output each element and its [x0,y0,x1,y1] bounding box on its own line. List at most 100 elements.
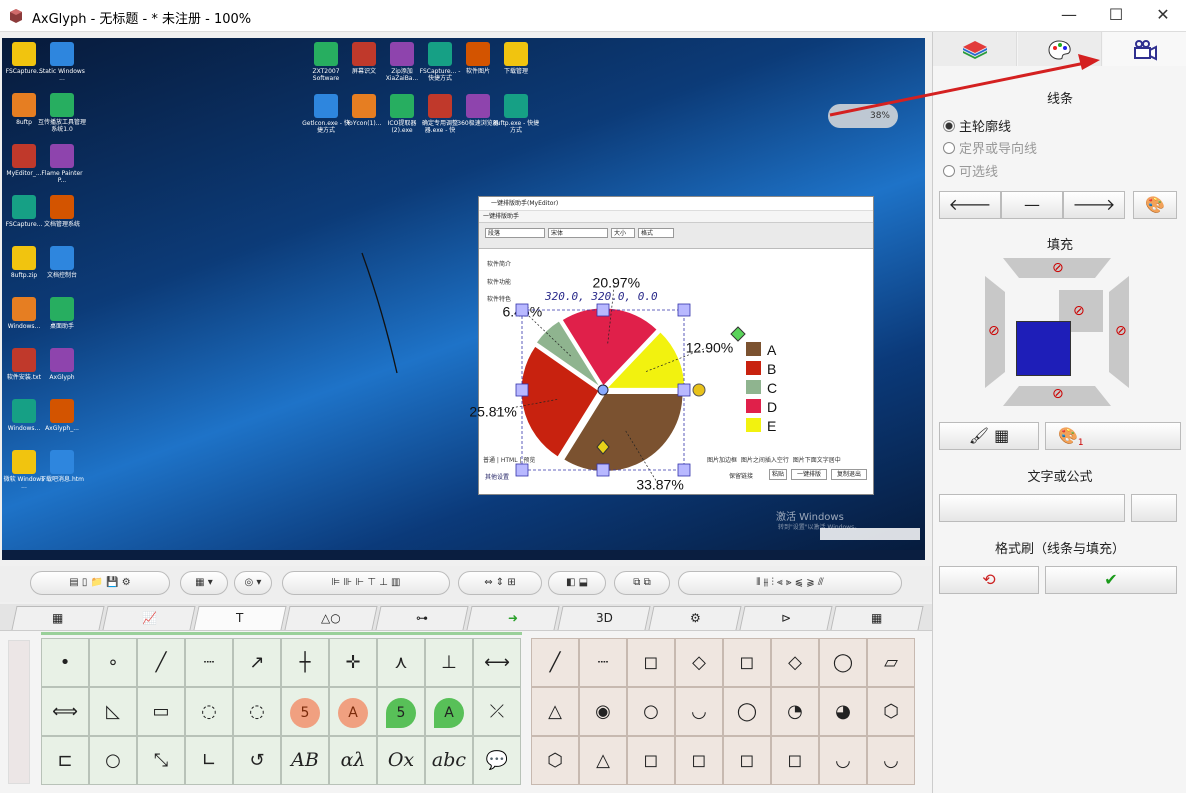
text-color-button[interactable] [1131,494,1177,522]
tool-cell[interactable]: ⟺ [41,687,89,736]
format-button[interactable]: 一键排版 [791,469,827,480]
tab-electronics[interactable]: ⊳ [739,606,833,630]
shape-cell[interactable]: ▱ [867,638,915,687]
size-select[interactable]: 大小 [611,228,635,238]
rotate-tools-group[interactable]: ◎ ▾ [234,571,272,595]
tab-circuit[interactable]: ⚙ [648,606,742,630]
style-select[interactable]: 段落 [485,228,545,238]
brush-grid-button[interactable]: 🖌 ▦ [939,422,1039,450]
shape-cell[interactable]: ⬡ [531,736,579,785]
tab-line-text[interactable]: T [193,606,287,630]
tool-cell[interactable]: ┼ [281,638,329,687]
no-fill-bottom-icon[interactable]: ⊘ [1052,386,1064,402]
shape-cell[interactable]: △ [579,736,627,785]
file-tools-group[interactable]: ▤ ▯ 📁 💾 ⚙ [30,571,170,595]
no-fill-inner-icon[interactable]: ⊘ [1073,303,1085,319]
shape-cell[interactable]: ◻ [723,736,771,785]
tool-cell[interactable]: ╱ [137,638,185,687]
radio-bound-line[interactable]: 定界或导向线 [943,138,1037,157]
tool-cell[interactable]: ⋏ [377,638,425,687]
tool-cell[interactable]: • [41,638,89,687]
order-tools-group[interactable]: ⧉ ⧉ [614,571,670,595]
close-button[interactable]: ✕ [1140,0,1186,32]
shape-cell[interactable]: ◕ [819,687,867,736]
editor-tab-normal[interactable]: 普通 [483,457,495,464]
tool-cell[interactable]: ↗ [233,638,281,687]
editor-window[interactable]: 一键排版助手(MyEditor) 一键排版助手 段落 宋体 大小 格式 软件简介… [478,196,874,495]
apply-format-button[interactable]: ✔ [1045,566,1177,594]
shape-cell[interactable]: ◻ [627,638,675,687]
tool-cell[interactable]: ∟ [185,736,233,785]
fill-color-swatch[interactable] [1016,321,1071,376]
distribute-tools-group[interactable]: ⫴ ⫵ ⫶ ⫷ ⫸ ⫹ ⫺ ⫻ [678,571,902,595]
tab-arrows[interactable]: ➜ [466,606,560,630]
no-fill-top-icon[interactable]: ⊘ [1052,260,1064,276]
align-tools-group[interactable]: ⊫ ⊪ ⊩ ⊤ ⊥ ▥ [282,571,450,595]
shape-cell[interactable]: ◔ [771,687,819,736]
shape-cell[interactable]: ⬡ [867,687,915,736]
tool-cell[interactable]: A [329,687,377,736]
radio-optional-line[interactable]: 可选线 [943,161,998,180]
tool-cell[interactable]: ✛ [329,638,377,687]
shape-cell[interactable]: ◻ [627,736,675,785]
editor-bottom-tabs[interactable]: 普通 | HTML | 预览 [483,455,535,464]
tab-palette[interactable] [1018,32,1102,66]
shape-cell[interactable]: ◻ [675,736,723,785]
desktop-icon[interactable]: 下载吧消息.htm [38,450,86,483]
tool-cell[interactable]: ⊏ [41,736,89,785]
tool-cell[interactable]: 💬 [473,736,521,785]
tool-cell[interactable]: ⟷ [473,638,521,687]
tab-chart[interactable]: 📈 [102,606,196,630]
editor-tab-preview[interactable]: 预览 [523,457,535,464]
editor-tab[interactable]: 一键排版助手 [479,211,873,223]
arrow-left-button[interactable]: 🡐 [939,191,1001,219]
opt-center[interactable]: 图片下面文字居中 [793,457,841,464]
tool-cell[interactable]: AB [281,736,329,785]
desktop-icon[interactable]: AxGlyph_... [38,399,86,432]
keep-link-checkbox[interactable]: 保留链接 [729,471,753,480]
tab-more[interactable]: ▦ [830,606,924,630]
tool-cell[interactable]: 5 [281,687,329,736]
opt-blank[interactable]: 图片之间插入空行 [741,457,789,464]
shape-cell[interactable]: △ [531,687,579,736]
tool-cell[interactable]: ▭ [137,687,185,736]
desktop-icon[interactable]: 文档管理系统 [38,195,86,228]
no-fill-right-icon[interactable]: ⊘ [1115,323,1127,339]
editor-tab-html[interactable]: HTML [501,457,518,464]
shape-cell[interactable]: ╱ [531,638,579,687]
tool-cell[interactable]: ∘ [89,638,137,687]
radio-main-outline[interactable]: 主轮廓线 [943,116,1011,135]
minimize-button[interactable]: — [1046,0,1092,32]
desktop-icon[interactable]: 8uftp.exe - 快捷方式 [492,94,540,134]
shape-cell[interactable]: ◯ [819,638,867,687]
desktop-icon[interactable]: 下载管理 [492,42,540,75]
tool-cell[interactable]: A [425,687,473,736]
flip-tools-group[interactable]: ◧ ⬓ [548,571,606,595]
tab-flow[interactable]: ⊶ [375,606,469,630]
shape-cell[interactable]: ○ [627,687,675,736]
shape-cell[interactable]: ◇ [675,638,723,687]
size-tools-group[interactable]: ⇔ ⇕ ⊞ [458,571,542,595]
shape-cell[interactable]: ┈ [579,638,627,687]
no-fill-left-icon[interactable]: ⊘ [988,323,1000,339]
tool-cell[interactable]: 5 [377,687,425,736]
text-style-buttons[interactable] [939,494,1125,522]
copy-exit-button[interactable]: 复制退出 [831,469,867,480]
paste-button[interactable]: 粘贴 [769,469,787,480]
shape-cell[interactable]: ◯ [723,687,771,736]
tool-cell[interactable]: ◺ [89,687,137,736]
tool-cell[interactable]: abc [425,736,473,785]
tool-cell[interactable]: ⤡ [137,736,185,785]
tab-layers[interactable] [933,32,1017,66]
shape-cell[interactable]: ◻ [723,638,771,687]
line-color-button[interactable]: 🎨 [1133,191,1177,219]
swap-format-button[interactable]: ⟲ [939,566,1039,594]
editor-settings-link[interactable]: 其他设置 [485,472,509,481]
tool-cell[interactable]: ⊥ [425,638,473,687]
tool-cell[interactable]: ↺ [233,736,281,785]
shape-cell[interactable]: ◉ [579,687,627,736]
arrow-right-button[interactable]: 🡒 [1063,191,1125,219]
tool-cell[interactable]: Ox [377,736,425,785]
desktop-icon[interactable]: Flame Painter P... [38,144,86,184]
tool-cell[interactable]: ○ [89,736,137,785]
